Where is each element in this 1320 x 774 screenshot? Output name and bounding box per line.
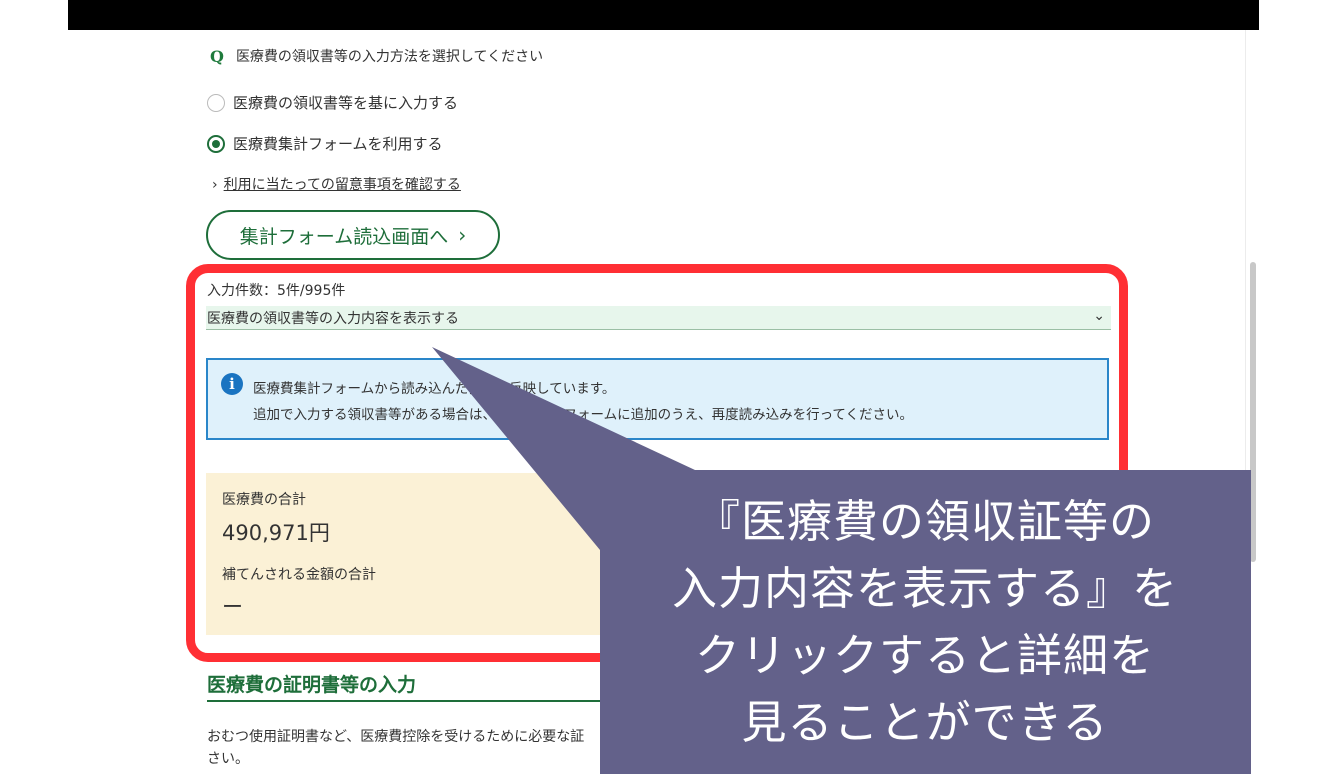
radio-checked-icon[interactable] <box>207 134 225 153</box>
browser-top-bar <box>68 0 1259 30</box>
radio-option-label: 医療費の領収書等を基に入力する <box>233 94 459 112</box>
precautions-link-text[interactable]: 利用に当たっての留意事項を確認する <box>224 177 461 193</box>
question-text: 医療費の領収書等の入力方法を選択してください <box>235 49 544 65</box>
callout-line: 入力内容を表示する』を <box>671 562 1178 615</box>
read-form-button-label: 集計フォーム読込画面へ <box>239 225 449 248</box>
callout-text: 『医療費の領収証等の 入力内容を表示する』を クリックすると詳細を 見ることがで… <box>600 470 1250 774</box>
callout-line: 見ることができる <box>741 696 1109 749</box>
radio-unchecked-icon[interactable] <box>207 93 225 112</box>
radio-option-summary-form[interactable]: 医療費集計フォームを利用する <box>207 133 443 154</box>
question-line: Q 医療費の領収書等の入力方法を選択してください <box>210 46 543 66</box>
chevron-right-icon: › <box>212 177 218 193</box>
certificate-section-body: おむつ使用証明書など、医療費控除を受けるために必要な証 <box>207 729 585 745</box>
callout-line: 『医療費の領収証等の <box>694 495 1155 548</box>
question-mark-icon: Q <box>210 46 224 66</box>
radio-option-receipts[interactable]: 医療費の領収書等を基に入力する <box>207 92 458 113</box>
certificate-section-body-continued: さい。 <box>207 751 249 767</box>
radio-option-label: 医療費集計フォームを利用する <box>233 135 443 153</box>
scrollbar-thumb[interactable] <box>1250 262 1256 562</box>
chevron-right-icon: › <box>458 223 467 247</box>
callout-line: クリックすると詳細を <box>694 629 1155 682</box>
precautions-link[interactable]: › 利用に当たっての留意事項を確認する <box>212 174 461 194</box>
read-form-button[interactable]: 集計フォーム読込画面へ › <box>206 210 500 260</box>
